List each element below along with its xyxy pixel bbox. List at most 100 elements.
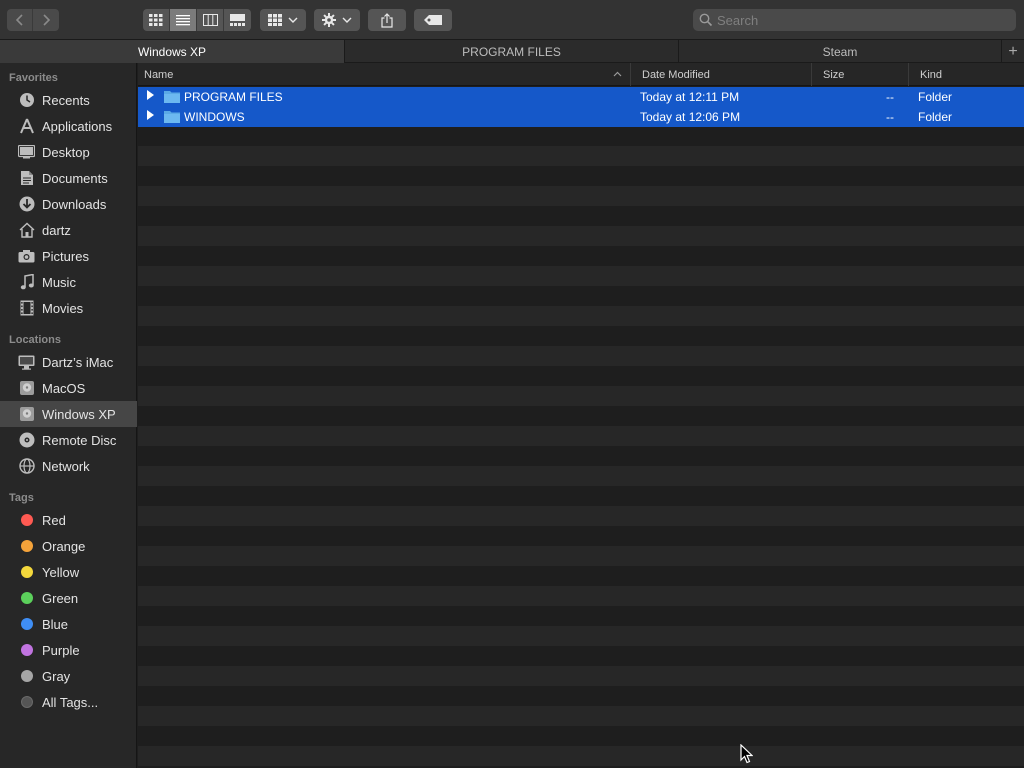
share-button[interactable] — [368, 9, 406, 31]
tag-button[interactable] — [414, 9, 452, 31]
sidebar-item-label: Green — [42, 590, 79, 606]
sidebar-item-documents[interactable]: Documents — [0, 165, 137, 191]
sidebar-tag-orange[interactable]: Orange — [0, 533, 137, 559]
sidebar-item-label: Documents — [42, 170, 108, 186]
folder-icon — [164, 91, 180, 103]
size-column-header[interactable]: Size — [817, 63, 909, 86]
sidebar-item-label: Red — [42, 512, 66, 528]
column-label: Kind — [920, 68, 943, 81]
camera-icon — [18, 248, 35, 264]
sidebar-item-recents[interactable]: Recents — [0, 87, 137, 113]
search-field[interactable]: Search — [693, 9, 1016, 31]
sidebar-all-tags[interactable]: All Tags... — [0, 689, 137, 715]
sidebar-tag-yellow[interactable]: Yellow — [0, 559, 137, 585]
sidebar-tag-green[interactable]: Green — [0, 585, 137, 611]
tab-bar: Windows XP PROGRAM FILES Steam + — [0, 39, 1024, 63]
sidebar-item-label: Gray — [42, 668, 71, 684]
action-button[interactable] — [314, 9, 360, 31]
gray-tag-dot-icon — [21, 670, 33, 682]
file-size: -- — [886, 110, 894, 124]
sidebar-item-label: MacOS — [42, 380, 86, 396]
music-note-icon — [18, 274, 35, 290]
disclosure-triangle-icon[interactable] — [147, 110, 154, 120]
sidebar-item-network[interactable]: Network — [0, 453, 137, 479]
sidebar-item-dartz[interactable]: dartz — [0, 217, 137, 243]
column-view-button[interactable] — [197, 9, 224, 31]
yellow-tag-dot-icon — [21, 566, 33, 578]
chevron-up-icon — [613, 71, 622, 77]
sidebar-item-windows-xp[interactable]: Windows XP — [0, 401, 137, 427]
sidebar-item-label: Movies — [42, 300, 84, 316]
forward-button[interactable] — [33, 9, 59, 31]
sidebar-item-music[interactable]: Music — [0, 269, 137, 295]
sidebar-item-label: Recents — [42, 92, 90, 108]
list-view-button[interactable] — [170, 9, 197, 31]
new-tab-button[interactable]: + — [1002, 40, 1024, 63]
sidebar-item-label: Windows XP — [42, 406, 116, 422]
sidebar-item-label: Network — [42, 458, 90, 474]
kind-column-header[interactable]: Kind — [914, 63, 1024, 86]
sidebar-tag-gray[interactable]: Gray — [0, 663, 137, 689]
applications-icon — [18, 118, 35, 134]
green-tag-dot-icon — [21, 592, 33, 604]
date-modified-column-header[interactable]: Date Modified — [636, 63, 812, 86]
sidebar-item-label: Orange — [42, 538, 86, 554]
chevron-down-icon — [288, 17, 298, 23]
sidebar-item-label: Downloads — [42, 196, 107, 212]
chevron-left-icon — [15, 14, 23, 26]
tab-windows-xp[interactable]: Windows XP — [0, 40, 345, 63]
toolbar: Search — [0, 0, 1024, 39]
sidebar-tag-purple[interactable]: Purple — [0, 637, 137, 663]
table-row[interactable]: PROGRAM FILES Today at 12:11 PM -- Folde… — [138, 87, 1024, 107]
sidebar-item-label: Remote Disc — [42, 432, 117, 448]
sidebar-tag-blue[interactable]: Blue — [0, 611, 137, 637]
name-column-header[interactable]: Name — [138, 63, 631, 86]
orange-tag-dot-icon — [21, 540, 33, 552]
column-view-icon — [202, 14, 218, 26]
sidebar-item-applications[interactable]: Applications — [0, 113, 137, 139]
sidebar-item-remote-disc[interactable]: Remote Disc — [0, 427, 137, 453]
file-size: -- — [886, 90, 894, 104]
sidebar-item-label: Pictures — [42, 248, 89, 264]
tab-steam[interactable]: Steam — [679, 40, 1002, 63]
chevron-right-icon — [43, 14, 51, 26]
globe-icon — [18, 458, 35, 474]
sidebar-item-downloads[interactable]: Downloads — [0, 191, 137, 217]
locations-heading: Locations — [9, 334, 61, 346]
blue-tag-dot-icon — [21, 618, 33, 630]
group-button[interactable] — [260, 9, 306, 31]
red-tag-dot-icon — [21, 514, 33, 526]
gallery-view-icon — [230, 14, 245, 26]
sidebar-item-pictures[interactable]: Pictures — [0, 243, 137, 269]
sidebar-item-label: Yellow — [42, 564, 80, 580]
sidebar-item-label: Dartz’s iMac — [42, 354, 114, 370]
file-date: Today at 12:11 PM — [640, 90, 740, 104]
sidebar-item-label: Blue — [42, 616, 69, 632]
gallery-view-button[interactable] — [224, 9, 251, 31]
column-label: Date Modified — [642, 68, 710, 81]
folder-icon — [164, 111, 180, 123]
sidebar-item-desktop[interactable]: Desktop — [0, 139, 137, 165]
mouse-cursor-icon — [740, 744, 753, 764]
table-row[interactable]: WINDOWS Today at 12:06 PM -- Folder — [138, 107, 1024, 127]
icon-view-button[interactable] — [143, 9, 170, 31]
search-placeholder: Search — [717, 12, 759, 28]
sidebar-tag-red[interactable]: Red — [0, 507, 137, 533]
imac-icon — [18, 354, 35, 370]
view-mode-control — [143, 9, 251, 31]
sidebar-item-macos[interactable]: MacOS — [0, 375, 137, 401]
purple-tag-dot-icon — [21, 644, 33, 656]
gear-icon — [322, 13, 336, 27]
plus-icon: + — [1008, 42, 1018, 60]
sidebar-item-dartz-imac[interactable]: Dartz’s iMac — [0, 349, 137, 375]
file-date: Today at 12:06 PM — [640, 110, 741, 124]
back-button[interactable] — [7, 9, 34, 31]
icon-view-icon — [149, 14, 163, 26]
sidebar-item-movies[interactable]: Movies — [0, 295, 137, 321]
disclosure-triangle-icon[interactable] — [147, 90, 154, 100]
sidebar-item-label: dartz — [42, 222, 71, 238]
tab-program-files[interactable]: PROGRAM FILES — [345, 40, 679, 63]
column-header: Name Date Modified Size Kind — [138, 63, 1024, 86]
search-icon — [699, 13, 713, 27]
sidebar: Favorites Recents Applications Desktop D… — [0, 63, 137, 768]
